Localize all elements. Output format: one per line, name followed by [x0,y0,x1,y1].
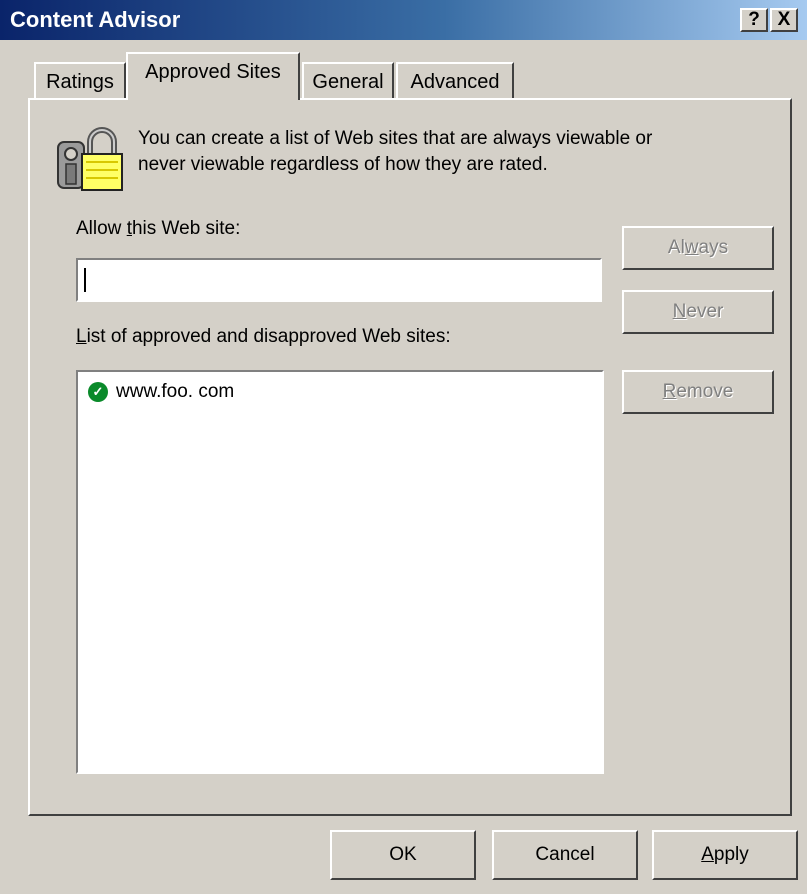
site-list-label: List of approved and disapproved Web sit… [76,326,451,347]
always-button[interactable]: Always [622,226,774,270]
close-button[interactable]: X [770,8,798,32]
ok-button[interactable]: OK [330,830,476,880]
cancel-button[interactable]: Cancel [492,830,638,880]
content-advisor-dialog: Content Advisor ? X Ratings Approved Sit… [0,0,807,894]
tab-approved-sites[interactable]: Approved Sites [126,52,300,100]
apply-button[interactable]: Apply [652,830,798,880]
info-line-2: never viewable regardless of how they ar… [138,154,548,175]
never-button[interactable]: Never [622,290,774,334]
list-item[interactable]: ✓ www.foo. com [88,380,234,404]
lock-with-keys-icon [57,127,123,191]
site-url: www.foo. com [116,381,235,402]
allow-site-input[interactable] [76,258,602,302]
info-line-1: You can create a list of Web sites that … [138,128,653,149]
tab-general[interactable]: General [302,62,394,102]
tab-ratings[interactable]: Ratings [34,62,126,102]
tab-advanced[interactable]: Advanced [396,62,514,102]
remove-button[interactable]: Remove [622,370,774,414]
text-caret [84,268,86,292]
info-text: You can create a list of Web sites that … [138,126,758,178]
approved-sites-list[interactable]: ✓ www.foo. com [76,370,604,774]
title-bar: Content Advisor ? X [0,0,807,40]
window-title: Content Advisor [10,7,181,32]
help-button[interactable]: ? [740,8,768,32]
allow-site-label: Allow this Web site: [76,218,241,239]
approved-check-icon: ✓ [88,382,108,402]
